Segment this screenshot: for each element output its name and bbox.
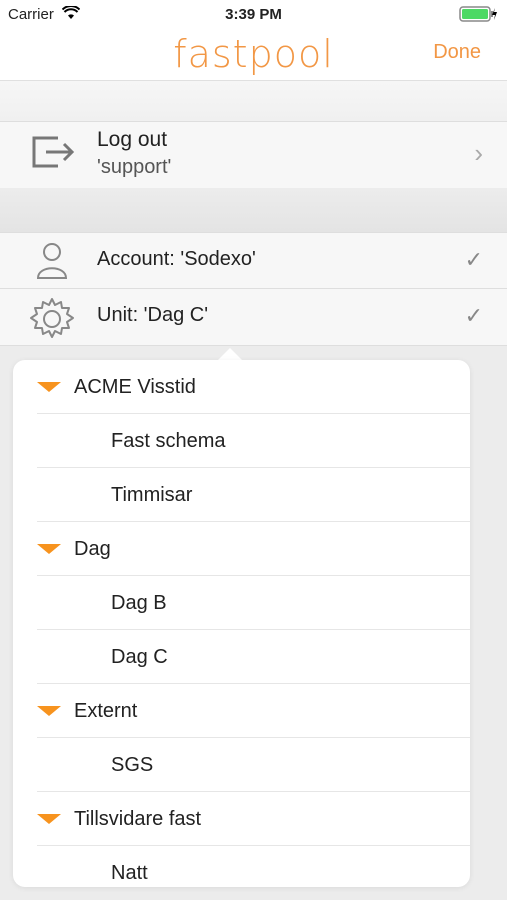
account-label: Account: 'Sodexo' <box>97 248 256 270</box>
navigation-bar: fastpool Done <box>0 28 507 81</box>
unit-item[interactable]: SGS <box>37 738 470 792</box>
checkmark-icon: ✓ <box>464 247 483 272</box>
section-spacer <box>0 81 507 121</box>
popover-arrow <box>218 348 242 360</box>
logout-title: Log out <box>97 128 168 151</box>
group-row[interactable]: Tillsvidare fast <box>37 792 470 846</box>
account-row[interactable]: Account: 'Sodexo' ✓ <box>0 232 507 289</box>
unit-popover: ACME Visstid Fast schema Timmisar Dag Da… <box>13 360 470 887</box>
logout-icon <box>30 134 76 175</box>
unit-item-label: Timmisar <box>111 484 193 506</box>
group-row[interactable]: Dag <box>37 522 470 576</box>
unit-list: ACME Visstid Fast schema Timmisar Dag Da… <box>13 360 470 887</box>
chevron-right-icon: › <box>474 138 483 168</box>
status-bar: Carrier 3:39 PM <box>0 0 507 28</box>
unit-item-label: Dag C <box>111 646 168 668</box>
group-label: Externt <box>74 700 138 722</box>
disclosure-triangle-icon <box>37 382 61 392</box>
unit-item[interactable]: Timmisar <box>37 468 470 522</box>
section-spacer <box>0 188 507 232</box>
done-button[interactable]: Done <box>433 41 481 64</box>
gear-icon <box>24 297 80 346</box>
disclosure-triangle-icon <box>37 544 61 554</box>
unit-item-label: Natt <box>111 862 148 884</box>
unit-item-label: SGS <box>111 754 154 776</box>
unit-label: Unit: 'Dag C' <box>97 304 209 326</box>
group-row[interactable]: Externt <box>37 684 470 738</box>
fastpool-logo: fastpool <box>173 32 334 76</box>
disclosure-triangle-icon <box>37 814 61 824</box>
logout-row[interactable]: Log out 'support' › <box>0 121 507 189</box>
unit-item-label: Dag B <box>111 592 167 614</box>
unit-row[interactable]: Unit: 'Dag C' ✓ <box>0 288 507 346</box>
unit-item[interactable]: Dag C <box>37 630 470 684</box>
group-label: Dag <box>74 538 111 560</box>
group-label: Tillsvidare fast <box>74 808 202 830</box>
unit-item-label: Fast schema <box>111 430 226 452</box>
logout-username: 'support' <box>97 156 172 178</box>
disclosure-triangle-icon <box>37 706 61 716</box>
group-label: ACME Visstid <box>74 376 196 398</box>
person-icon <box>24 241 80 286</box>
battery-icon <box>459 6 497 26</box>
unit-item[interactable]: Natt <box>37 846 470 887</box>
unit-item[interactable]: Fast schema <box>37 414 470 468</box>
clock: 3:39 PM <box>225 6 282 23</box>
unit-item[interactable]: Dag B <box>37 576 470 630</box>
checkmark-icon: ✓ <box>464 303 483 328</box>
group-row[interactable]: ACME Visstid <box>37 360 470 414</box>
